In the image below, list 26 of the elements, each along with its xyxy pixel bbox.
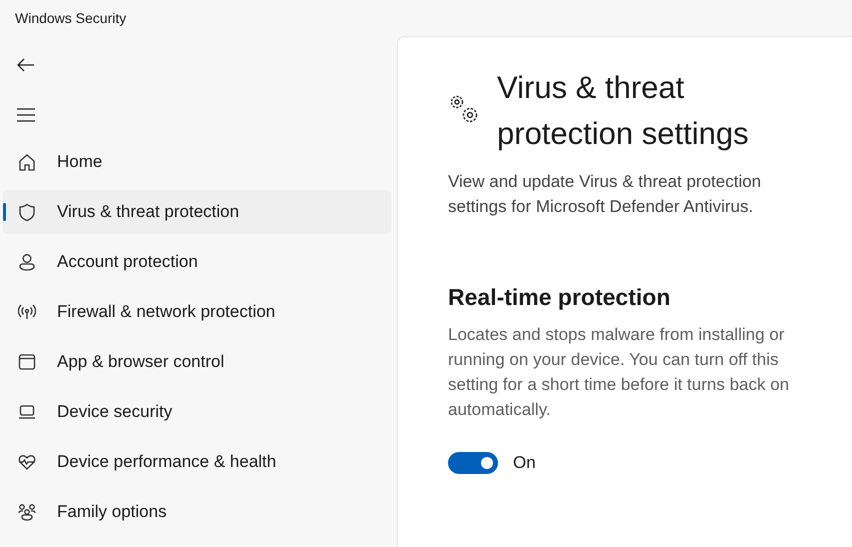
nav-item[interactable]: Family options bbox=[3, 490, 391, 534]
window-icon bbox=[18, 353, 36, 371]
toggle-switch[interactable] bbox=[448, 452, 498, 474]
home-icon bbox=[18, 153, 36, 171]
toggle-label: On bbox=[513, 452, 536, 474]
heartbeat-icon bbox=[18, 453, 36, 471]
page-description: View and update Virus & threat protection settings for Microsoft Defender Antivirus. bbox=[448, 171, 762, 218]
selection-indicator bbox=[3, 203, 6, 221]
nav-item[interactable]: Device performance & health bbox=[3, 440, 391, 484]
nav-item[interactable]: Virus & threat protection bbox=[3, 190, 391, 234]
page-title: Virus & threat protection settings bbox=[497, 69, 750, 153]
menu-icon bbox=[17, 108, 35, 122]
shield-icon bbox=[18, 203, 36, 221]
antenna-icon bbox=[18, 303, 36, 321]
back-arrow-icon bbox=[17, 58, 35, 72]
nav-item[interactable]: Firewall & network protection bbox=[3, 290, 391, 334]
laptop-icon bbox=[18, 403, 36, 421]
section-description: Locates and stops malware from installing or running on your device. You can turn off this setting for a short time before it turns back on automatically. bbox=[448, 324, 790, 421]
nav-item[interactable]: Home bbox=[3, 140, 391, 184]
nav-item[interactable]: App & browser control bbox=[3, 340, 391, 384]
nav-item[interactable]: Device security bbox=[3, 390, 391, 434]
section-heading: Real-time protection bbox=[448, 283, 672, 312]
nav-item[interactable]: Account protection bbox=[3, 240, 391, 284]
window-title: Windows Security bbox=[15, 8, 126, 28]
person-icon bbox=[18, 253, 36, 271]
people-icon bbox=[18, 503, 36, 521]
